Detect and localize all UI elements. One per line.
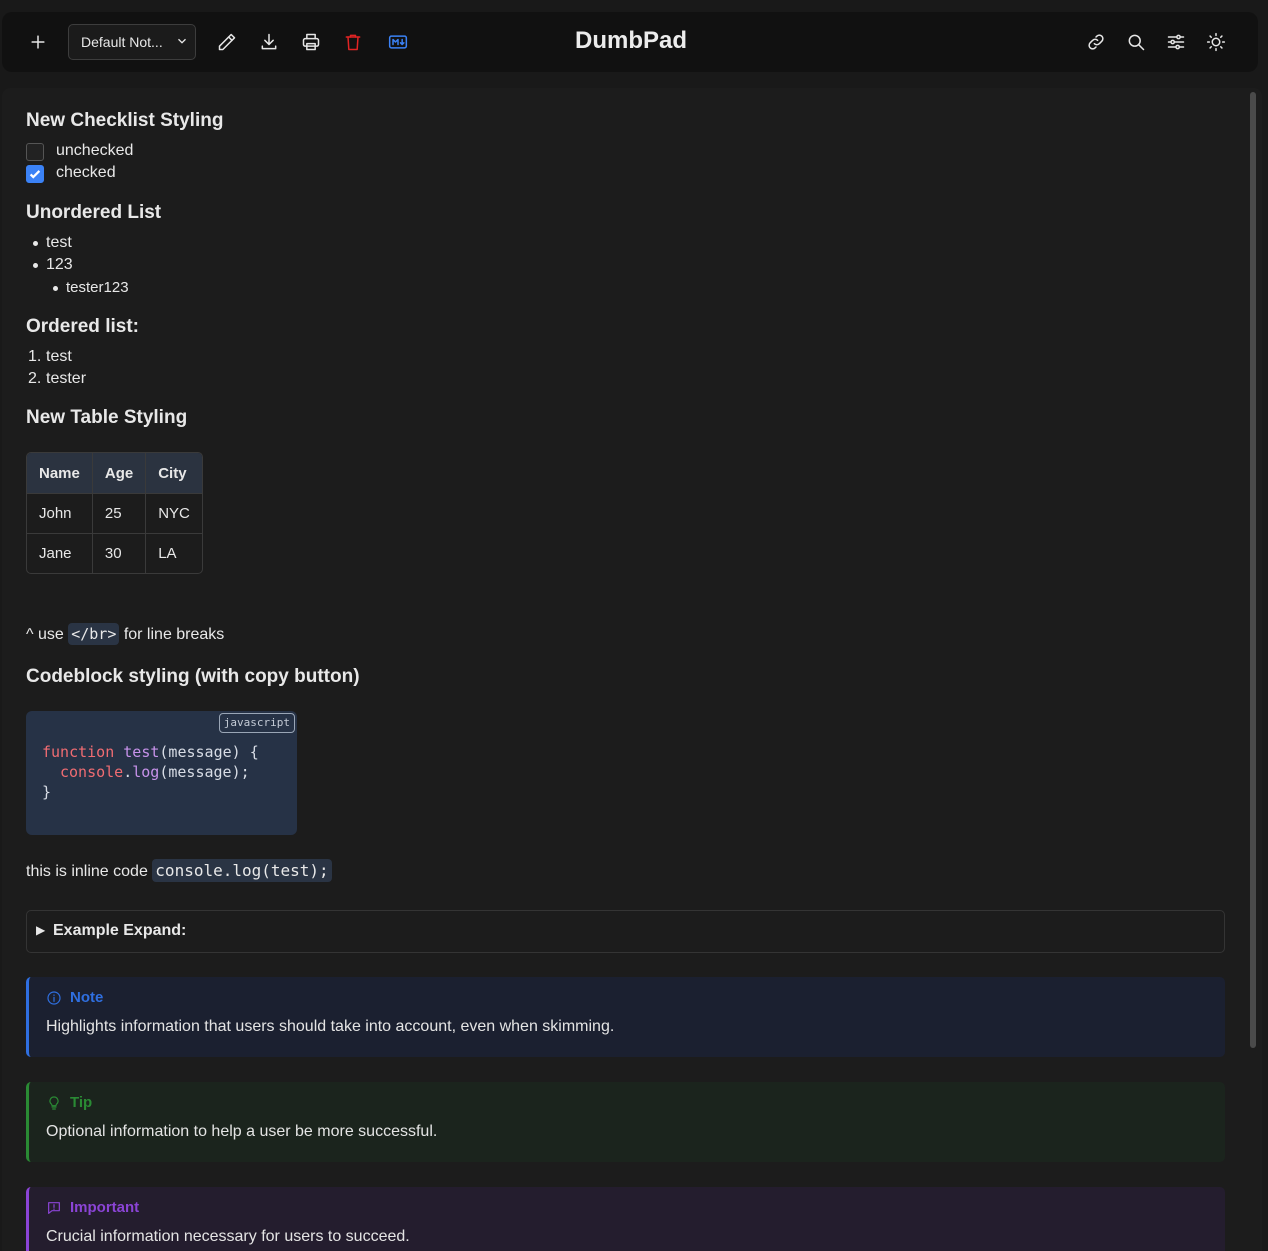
inline-code-text: this is inline code [26, 863, 148, 880]
code-keyword: function [42, 743, 115, 761]
search-button[interactable] [1121, 27, 1151, 57]
rename-button[interactable] [212, 27, 242, 57]
inline-code: console.log(test); [152, 859, 332, 882]
nested-list-item: tester123 [66, 279, 129, 296]
checkmark-icon [29, 170, 41, 179]
table-cell: NYC [146, 493, 203, 533]
callout-note: Note Highlights information that users s… [26, 977, 1225, 1057]
code-text: (message); [159, 763, 250, 781]
callout-important: Important Crucial information necessary … [26, 1187, 1225, 1251]
code-text: . [123, 763, 133, 781]
data-table: Name Age City John 25 NYC Jane 30 LA [26, 452, 204, 574]
callout-title: Important [46, 1199, 139, 1216]
code-object: console [60, 763, 124, 781]
callout-title: Note [46, 989, 103, 1006]
triangle-right-icon: ▶ [36, 923, 46, 937]
copy-code-button[interactable]: javascript [218, 713, 295, 733]
table-cell: 30 [92, 533, 147, 573]
callout-tip: Tip Optional information to help a user … [26, 1082, 1225, 1162]
callout-text: Crucial information necessary for users … [46, 1228, 410, 1245]
list-item: 123 [46, 256, 73, 273]
new-note-button[interactable] [23, 27, 53, 57]
table-header-row: Name Age City [27, 453, 203, 493]
table-cell: Jane [27, 533, 93, 573]
code-line: console.log(message); [60, 762, 250, 782]
code-text: (message) { [159, 743, 259, 761]
code-function: test [123, 743, 160, 761]
table-heading: New Table Styling [26, 407, 188, 428]
sun-icon [1206, 32, 1226, 52]
checklist-item-label: unchecked [56, 142, 134, 159]
checkbox-checked[interactable] [26, 165, 44, 183]
inline-code-paragraph: this is inline code console.log(test); [26, 859, 332, 882]
details-expand[interactable]: ▶ Example Expand: [26, 910, 1225, 953]
table-row: Jane 30 LA [27, 533, 203, 573]
callout-title-text: Tip [70, 1094, 93, 1111]
list-item: tester [46, 370, 87, 387]
linebreak-prefix: ^ use [26, 626, 64, 643]
checklist-heading: New Checklist Styling [26, 110, 224, 131]
table-cell: 25 [92, 493, 147, 533]
plus-icon [31, 35, 45, 49]
list-item: test [46, 234, 72, 251]
bullet [33, 263, 38, 268]
sliders-icon [1167, 34, 1185, 50]
code-line: function test(message) { [42, 742, 259, 762]
markdown-preview-button[interactable] [383, 27, 413, 57]
table-header-cell: Age [92, 453, 147, 493]
share-link-button[interactable] [1081, 27, 1111, 57]
search-icon [1128, 34, 1145, 51]
unordered-list-heading: Unordered List [26, 202, 162, 223]
delete-button[interactable] [338, 27, 368, 57]
settings-button[interactable] [1161, 27, 1191, 57]
markdown-icon [388, 35, 408, 49]
trash-icon [345, 34, 361, 51]
table-cell: LA [146, 533, 203, 573]
checkbox-unchecked[interactable] [26, 143, 44, 161]
print-button[interactable] [296, 27, 326, 57]
scrollbar-thumb[interactable] [1250, 92, 1256, 1048]
theme-toggle-button[interactable] [1201, 27, 1231, 57]
details-summary: Example Expand: [53, 922, 187, 939]
inline-code: </br> [68, 623, 120, 645]
callout-text: Highlights information that users should… [46, 1018, 615, 1035]
table-header-cell: Name [27, 453, 93, 493]
note-select[interactable]: Default Not... [68, 24, 196, 60]
checklist-item-label: checked [56, 164, 116, 181]
info-icon [47, 990, 61, 1005]
linebreak-note: ^ use </br> for line breaks [26, 623, 225, 645]
callout-text: Optional information to help a user be m… [46, 1123, 438, 1140]
callout-title-text: Important [70, 1199, 140, 1216]
message-alert-icon [48, 1201, 60, 1214]
list-item: test [46, 348, 72, 365]
chevron-down-icon [175, 34, 189, 48]
callout-title-text: Note [70, 989, 104, 1006]
note-select-value: Default Not... [81, 34, 163, 50]
lightbulb-icon [49, 1095, 59, 1110]
linebreak-suffix: for line breaks [123, 626, 225, 643]
table-header-cell: City [146, 453, 203, 493]
code-line: } [42, 783, 52, 801]
code-function: log [132, 763, 160, 781]
link-icon [1088, 34, 1104, 50]
printer-icon [302, 33, 320, 51]
code-block: javascript function test(message) { cons… [26, 711, 297, 835]
ordered-list-heading: Ordered list: [26, 316, 139, 337]
ordered-marker: 1. [28, 348, 42, 365]
table-cell: John [27, 493, 93, 533]
bullet [33, 241, 38, 246]
download-icon [261, 33, 277, 50]
codeblock-heading: Codeblock styling (with copy button) [26, 666, 360, 687]
header-bar: Default Not... [2, 12, 1258, 72]
callout-title: Tip [46, 1094, 92, 1111]
scrollbar[interactable] [1250, 90, 1256, 1250]
markdown-preview[interactable]: New Checklist Styling unchecked checked … [2, 88, 1262, 1251]
ordered-marker: 2. [28, 370, 42, 387]
pencil-icon [218, 33, 236, 51]
table-row: John 25 NYC [27, 493, 203, 533]
download-button[interactable] [254, 27, 284, 57]
bullet [53, 286, 58, 291]
